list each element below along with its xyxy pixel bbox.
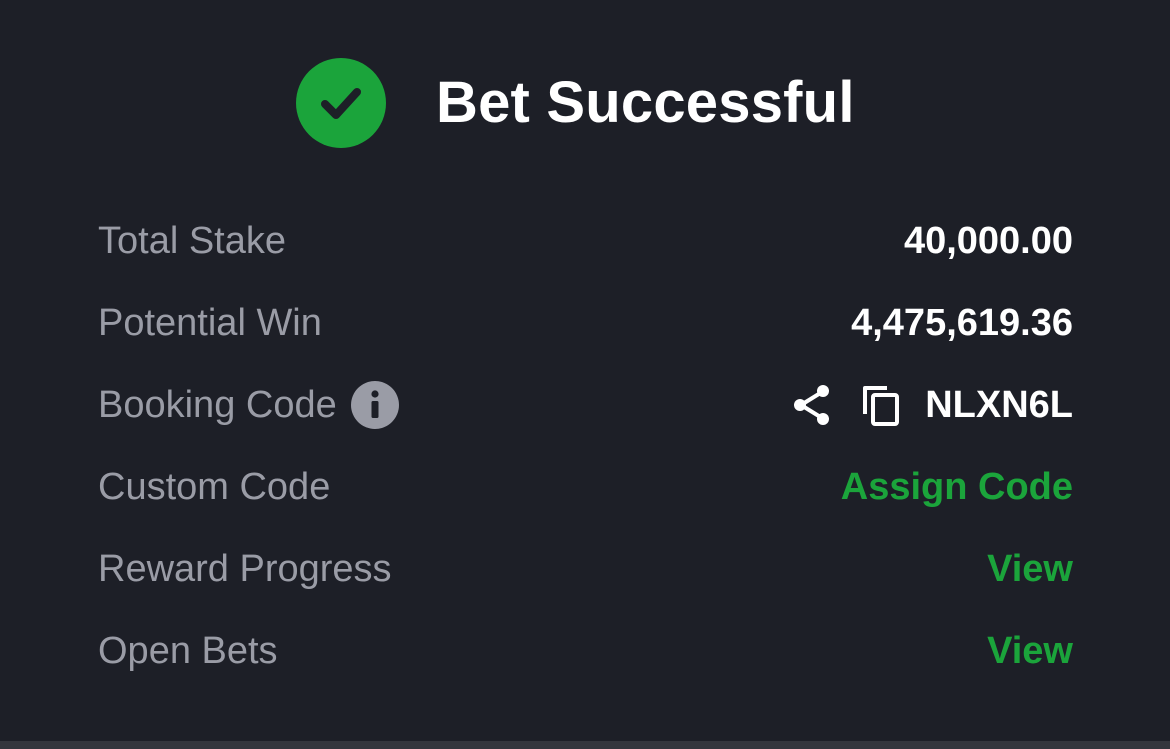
assign-code-link[interactable]: Assign Code: [841, 466, 1073, 509]
open-bets-label: Open Bets: [98, 629, 278, 672]
page-title: Bet Successful: [436, 70, 855, 135]
total-stake-value: 40,000.00: [903, 219, 1073, 262]
bet-confirmation-panel: Bet Successful Total Stake 40,000.00 Pot…: [0, 0, 1170, 741]
bet-summary-list: Total Stake 40,000.00 Potential Win 4,47…: [98, 200, 1073, 692]
reward-progress-row: Reward Progress View: [98, 528, 1073, 610]
info-icon[interactable]: [350, 381, 399, 429]
reward-progress-view-link[interactable]: View: [987, 548, 1073, 591]
share-icon[interactable]: [789, 382, 835, 428]
potential-win-value: 4,475,619.36: [851, 301, 1073, 344]
total-stake-label: Total Stake: [98, 219, 286, 262]
reward-progress-label: Reward Progress: [98, 547, 392, 590]
booking-code-label: Booking Code: [98, 383, 337, 426]
potential-win-label: Potential Win: [98, 301, 322, 344]
header: Bet Successful: [296, 58, 855, 148]
booking-code-row: Booking Code NLXN6L: [98, 364, 1073, 446]
potential-win-row: Potential Win 4,475,619.36: [98, 282, 1073, 364]
custom-code-label: Custom Code: [98, 465, 331, 508]
booking-code-value-group: NLXN6L: [789, 382, 1073, 428]
booking-code-value[interactable]: NLXN6L: [925, 384, 1073, 427]
open-bets-row: Open Bets View: [98, 610, 1073, 692]
copy-icon[interactable]: [859, 382, 905, 428]
total-stake-row: Total Stake 40,000.00: [98, 200, 1073, 282]
custom-code-row: Custom Code Assign Code: [98, 446, 1073, 528]
booking-code-label-group: Booking Code: [98, 381, 399, 429]
check-circle-icon: [296, 58, 386, 148]
bottom-divider: [0, 741, 1170, 749]
open-bets-view-link[interactable]: View: [987, 630, 1073, 673]
